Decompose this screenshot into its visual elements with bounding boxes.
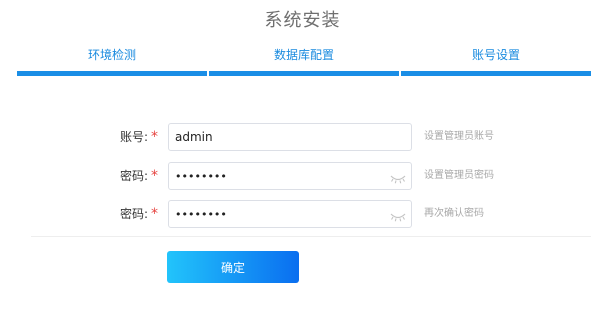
step-database-config: 数据库配置 (209, 40, 399, 76)
account-row: 账号:* 设置管理员账号 (0, 123, 605, 151)
step-environment-check: 环境检测 (17, 40, 207, 76)
step-progress-bar (17, 71, 207, 76)
required-mark: * (151, 206, 158, 222)
confirm-password-label: 密码: (119, 207, 148, 221)
step-label: 环境检测 (87, 48, 136, 62)
account-input[interactable] (169, 124, 375, 150)
password-label: 密码: (119, 169, 148, 183)
step-account-settings: 账号设置 (401, 40, 591, 76)
account-label-group: 账号: * (120, 123, 158, 151)
eye-closed-icon[interactable] (390, 170, 406, 184)
step-indicator: 环境检测 数据库配置 账号设置 (17, 40, 591, 76)
account-hint: 设置管理员账号 (424, 131, 494, 142)
account-field[interactable] (168, 123, 412, 151)
password-row: 密码: * 设置管理员密码 (0, 162, 605, 190)
required-mark: * (151, 129, 158, 145)
form-divider (31, 236, 591, 237)
confirm-password-label-group: 密码: * (120, 200, 158, 228)
step-label: 账号设置 (471, 48, 520, 62)
password-field[interactable] (168, 162, 412, 190)
password-hint: 设置管理员密码 (424, 170, 494, 181)
page-title: 系统安装 (264, 10, 341, 31)
step-progress-bar (401, 71, 591, 76)
confirm-password-hint: 再次确认密码 (424, 208, 484, 219)
account-label: 账号: (119, 130, 148, 144)
step-progress-bar (209, 71, 399, 76)
eye-closed-icon[interactable] (390, 208, 406, 222)
step-label: 数据库配置 (273, 48, 334, 62)
confirm-password-row: 密码: * 再次确认密码 (0, 200, 605, 228)
password-input[interactable] (169, 163, 375, 189)
password-label-group: 密码: * (120, 162, 158, 190)
required-mark: * (151, 168, 158, 184)
confirm-button[interactable]: 确定 (167, 251, 299, 283)
confirm-password-field[interactable] (168, 200, 412, 228)
install-page: 系统安装 环境检测 数据库配置 账号设置 账号:* 设置管理员账号 密码:* (0, 0, 605, 310)
confirm-password-input[interactable] (169, 201, 375, 227)
